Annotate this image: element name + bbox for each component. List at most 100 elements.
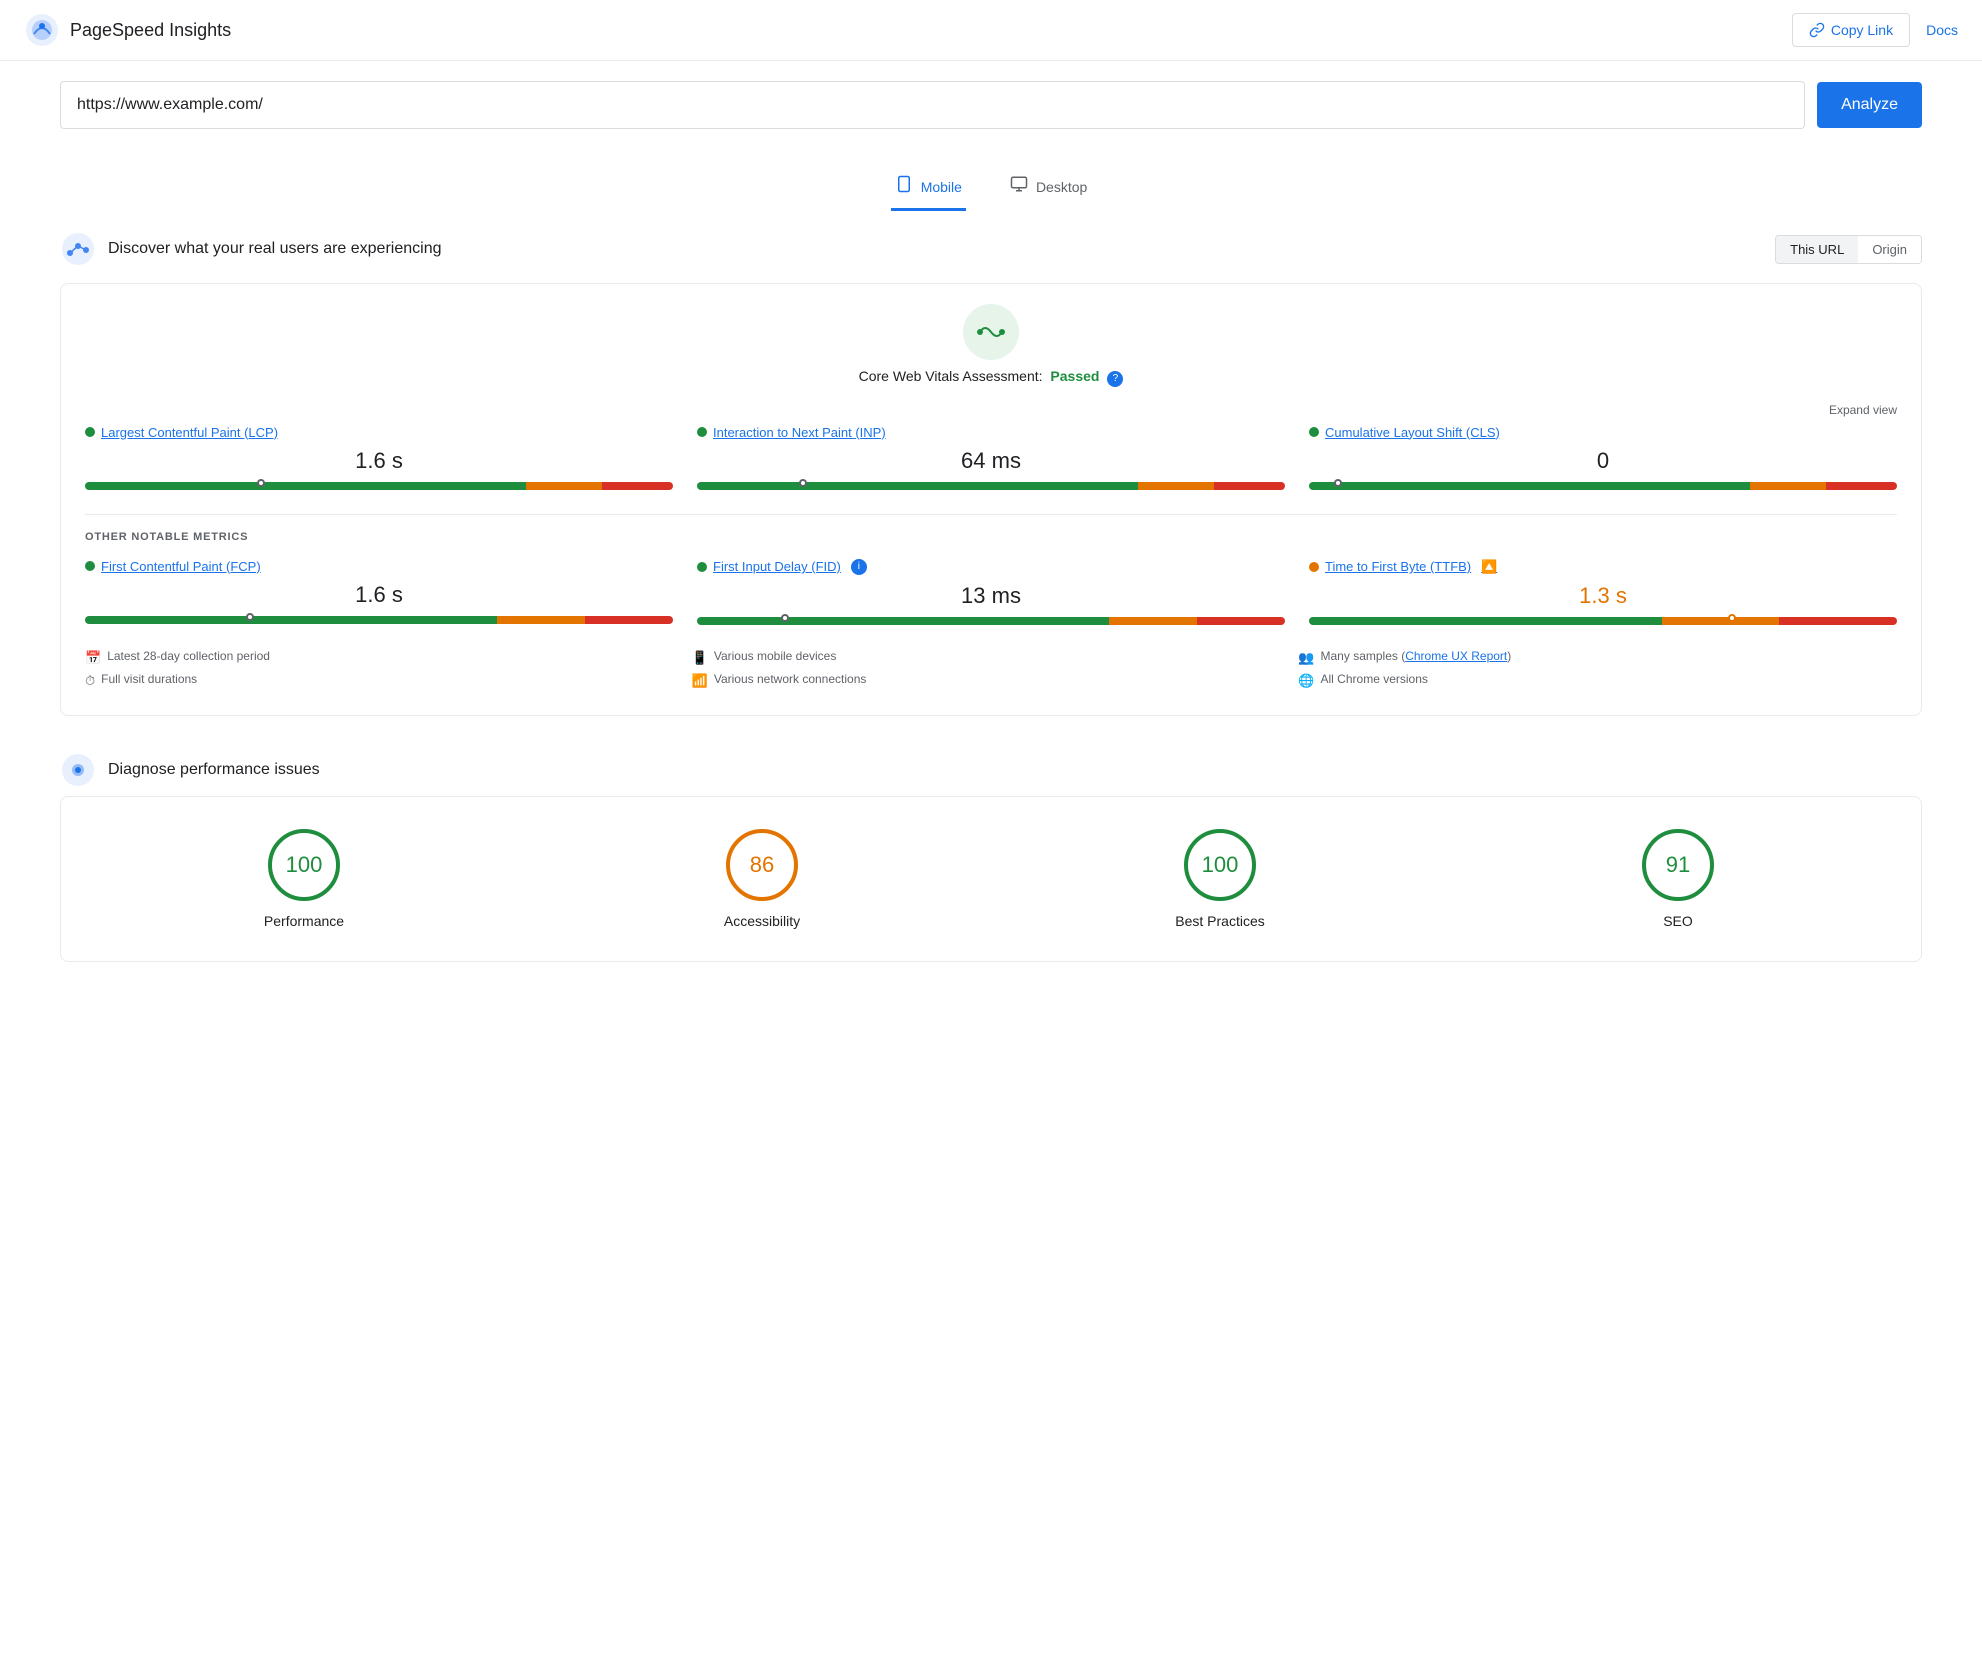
copy-link-button[interactable]: Copy Link — [1792, 13, 1910, 47]
fcp-status-dot — [85, 561, 95, 571]
header: PageSpeed Insights Copy Link Docs — [0, 0, 1982, 61]
cwv-vitals-icon — [975, 316, 1007, 348]
inp-bar-red — [1214, 482, 1285, 490]
metric-fcp-label[interactable]: First Contentful Paint (FCP) — [85, 559, 673, 574]
fid-bar-green — [697, 617, 1109, 625]
fid-info-icon[interactable]: i — [851, 559, 867, 575]
fcp-bar-yellow — [497, 616, 585, 624]
crux-section-header: Discover what your real users are experi… — [0, 215, 1982, 283]
metric-lcp: Largest Contentful Paint (LCP) 1.6 s — [85, 425, 673, 494]
ttfb-label-text: Time to First Byte (TTFB) — [1325, 559, 1471, 574]
accessibility-label: Accessibility — [724, 913, 800, 929]
ttfb-marker — [1728, 614, 1736, 622]
accessibility-value: 86 — [750, 852, 774, 878]
fid-value: 13 ms — [697, 583, 1285, 609]
notes-col2: 📱 Various mobile devices 📶 Various netwo… — [692, 649, 1291, 695]
fcp-bar-bg — [85, 616, 673, 624]
fcp-bar — [85, 616, 673, 624]
footer-notes: 📅 Latest 28-day collection period ⏱ Full… — [85, 649, 1897, 695]
tab-mobile[interactable]: Mobile — [891, 165, 966, 211]
metric-lcp-label[interactable]: Largest Contentful Paint (LCP) — [85, 425, 673, 440]
cwv-card: Core Web Vitals Assessment: Passed ? Exp… — [60, 283, 1922, 716]
score-performance: 100 Performance — [264, 829, 344, 929]
note-network-text: Various network connections — [714, 672, 867, 686]
origin-button[interactable]: Origin — [1858, 236, 1921, 263]
metric-fid-label[interactable]: First Input Delay (FID) i — [697, 559, 1285, 575]
calendar-icon: 📅 — [85, 650, 101, 666]
metric-fid: First Input Delay (FID) i 13 ms — [697, 559, 1285, 629]
tab-mobile-label: Mobile — [921, 179, 962, 195]
performance-label: Performance — [264, 913, 344, 929]
search-row: Analyze — [60, 81, 1922, 129]
lcp-status-dot — [85, 427, 95, 437]
note-chrome-text: All Chrome versions — [1321, 672, 1428, 686]
cls-status-dot — [1309, 427, 1319, 437]
people-icon: 👥 — [1298, 650, 1314, 666]
seo-value: 91 — [1666, 852, 1690, 878]
cwv-help-icon[interactable]: ? — [1107, 371, 1123, 387]
inp-bar-bg — [697, 482, 1285, 490]
ttfb-bar-red — [1779, 617, 1897, 625]
lcp-bar — [85, 482, 673, 490]
fcp-bar-green — [85, 616, 497, 624]
cls-bar — [1309, 482, 1897, 490]
section-title-row: Discover what your real users are experi… — [60, 231, 441, 267]
chrome-ux-link[interactable]: Chrome UX Report — [1405, 649, 1507, 663]
fid-bar — [697, 617, 1285, 625]
cls-bar-red — [1826, 482, 1897, 490]
note-samples-text: Many samples (Chrome UX Report) — [1321, 649, 1512, 663]
other-metrics-label: OTHER NOTABLE METRICS — [85, 531, 1897, 543]
app-title: PageSpeed Insights — [70, 20, 231, 41]
network-icon: 📶 — [692, 673, 708, 689]
ttfb-warning-icon: 🔼 — [1481, 559, 1497, 575]
metric-ttfb-label[interactable]: Time to First Byte (TTFB) 🔼 — [1309, 559, 1897, 575]
notes-col3: 👥 Many samples (Chrome UX Report) 🌐 All … — [1298, 649, 1897, 695]
ttfb-status-dot — [1309, 562, 1319, 572]
cwv-header: Core Web Vitals Assessment: Passed ? — [85, 304, 1897, 387]
docs-link[interactable]: Docs — [1926, 22, 1958, 38]
this-url-button[interactable]: This URL — [1776, 236, 1858, 263]
fcp-value: 1.6 s — [85, 582, 673, 608]
performance-value: 100 — [286, 852, 323, 878]
analyze-button[interactable]: Analyze — [1817, 82, 1922, 128]
note-mobile-text: Various mobile devices — [714, 649, 837, 663]
fid-status-dot — [697, 562, 707, 572]
score-accessibility: 86 Accessibility — [724, 829, 800, 929]
inp-value: 64 ms — [697, 448, 1285, 474]
seo-label: SEO — [1663, 913, 1693, 929]
best-practices-label: Best Practices — [1175, 913, 1264, 929]
cwv-metrics-grid: Largest Contentful Paint (LCP) 1.6 s Int… — [85, 425, 1897, 494]
tab-desktop[interactable]: Desktop — [1006, 165, 1091, 211]
best-practices-value: 100 — [1202, 852, 1239, 878]
metric-fcp: First Contentful Paint (FCP) 1.6 s — [85, 559, 673, 629]
cls-marker — [1334, 479, 1342, 487]
globe-icon: 🌐 — [1298, 673, 1314, 689]
accessibility-circle: 86 — [726, 829, 798, 901]
diagnose-title: Diagnose performance issues — [108, 761, 320, 779]
metric-ttfb: Time to First Byte (TTFB) 🔼 1.3 s — [1309, 559, 1897, 629]
mobile-icon — [895, 175, 913, 198]
cwv-status: Passed — [1050, 368, 1099, 384]
metric-inp: Interaction to Next Paint (INP) 64 ms — [697, 425, 1285, 494]
performance-circle: 100 — [268, 829, 340, 901]
timer-icon: ⏱ — [85, 673, 95, 689]
cwv-icon-wrap — [963, 304, 1019, 360]
tab-desktop-label: Desktop — [1036, 179, 1087, 195]
expand-view[interactable]: Expand view — [85, 403, 1897, 417]
url-input[interactable] — [60, 81, 1805, 129]
metric-inp-label[interactable]: Interaction to Next Paint (INP) — [697, 425, 1285, 440]
score-best-practices: 100 Best Practices — [1175, 829, 1264, 929]
inp-bar — [697, 482, 1285, 490]
crux-section-title: Discover what your real users are experi… — [108, 240, 441, 258]
tab-bar: Mobile Desktop — [0, 165, 1982, 211]
cls-value: 0 — [1309, 448, 1897, 474]
inp-label-text: Interaction to Next Paint (INP) — [713, 425, 886, 440]
fid-label-text: First Input Delay (FID) — [713, 559, 841, 574]
mobile-devices-icon: 📱 — [692, 650, 708, 666]
cls-bar-green — [1309, 482, 1750, 490]
copy-link-label: Copy Link — [1831, 22, 1893, 38]
best-practices-circle: 100 — [1184, 829, 1256, 901]
metric-cls-label[interactable]: Cumulative Layout Shift (CLS) — [1309, 425, 1897, 440]
other-metrics-grid: First Contentful Paint (FCP) 1.6 s First… — [85, 559, 1897, 629]
inp-bar-yellow — [1138, 482, 1214, 490]
